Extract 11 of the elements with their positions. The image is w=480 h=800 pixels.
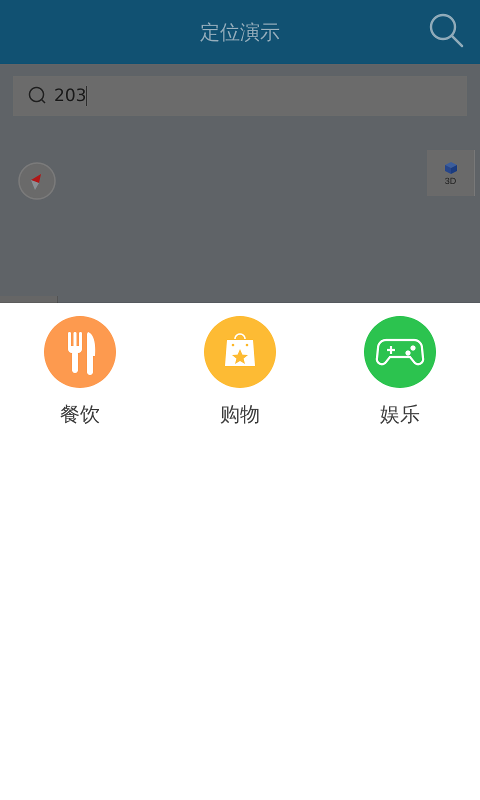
category-label[interactable]: 购物 xyxy=(220,401,260,428)
gamepad-icon[interactable] xyxy=(364,316,436,388)
shopping-bag-icon[interactable] xyxy=(204,316,276,388)
cube-icon xyxy=(444,160,458,174)
cutlery-icon[interactable] xyxy=(44,316,116,388)
search-icon[interactable] xyxy=(428,12,464,48)
compass-icon[interactable] xyxy=(17,161,57,201)
category-label[interactable]: 娱乐 xyxy=(380,401,420,428)
search-icon xyxy=(28,86,48,106)
header-title: 定位演示 xyxy=(200,18,280,46)
category-label[interactable]: 餐饮 xyxy=(60,401,100,428)
